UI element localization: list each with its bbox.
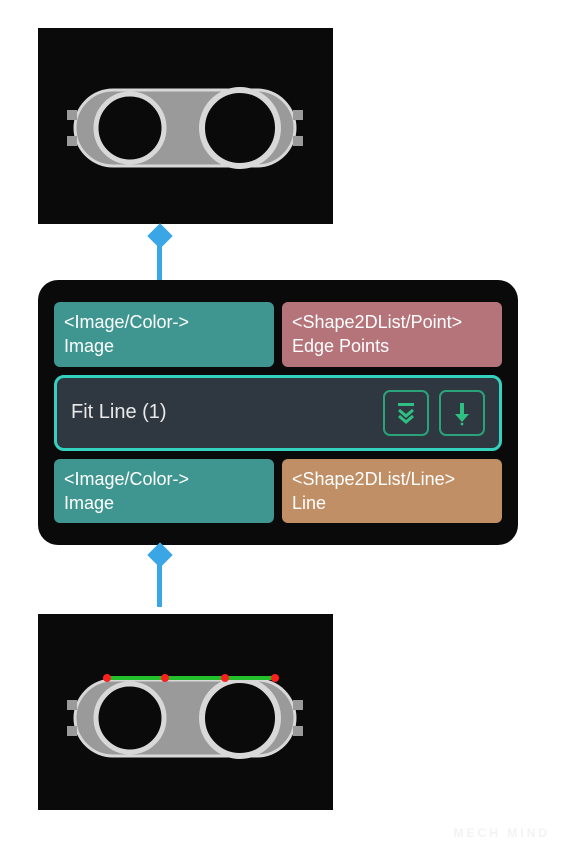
output-port-image[interactable]: <Image/Color-> Image (54, 459, 274, 524)
expand-button[interactable] (383, 390, 429, 436)
port-label: Line (292, 491, 492, 515)
port-type: <Image/Color-> (64, 467, 264, 491)
port-label: Edge Points (292, 334, 492, 358)
node-inputs-row: <Image/Color-> Image <Shape2DList/Point>… (54, 302, 502, 367)
port-type: <Image/Color-> (64, 310, 264, 334)
part-icon (38, 28, 333, 224)
double-chevron-down-icon (393, 400, 419, 426)
port-label: Image (64, 491, 264, 515)
port-type: <Shape2DList/Line> (292, 467, 492, 491)
input-port-edge-points[interactable]: <Shape2DList/Point> Edge Points (282, 302, 502, 367)
part-with-line-icon (38, 614, 333, 810)
input-port-image[interactable]: <Image/Color-> Image (54, 302, 274, 367)
fit-line-node[interactable]: <Image/Color-> Image <Shape2DList/Point>… (38, 280, 518, 545)
output-image-preview (38, 614, 333, 810)
node-outputs-row: <Image/Color-> Image <Shape2DList/Line> … (54, 459, 502, 524)
node-header[interactable]: Fit Line (1) (54, 375, 502, 451)
connector-line (157, 557, 162, 607)
arrow-down-icon (449, 400, 475, 426)
input-image-preview (38, 28, 333, 224)
watermark: MECH MIND (454, 826, 550, 840)
port-label: Image (64, 334, 264, 358)
output-port-line[interactable]: <Shape2DList/Line> Line (282, 459, 502, 524)
node-title: Fit Line (1) (71, 401, 167, 424)
node-button-group (383, 390, 485, 436)
run-button[interactable] (439, 390, 485, 436)
port-type: <Shape2DList/Point> (292, 310, 492, 334)
